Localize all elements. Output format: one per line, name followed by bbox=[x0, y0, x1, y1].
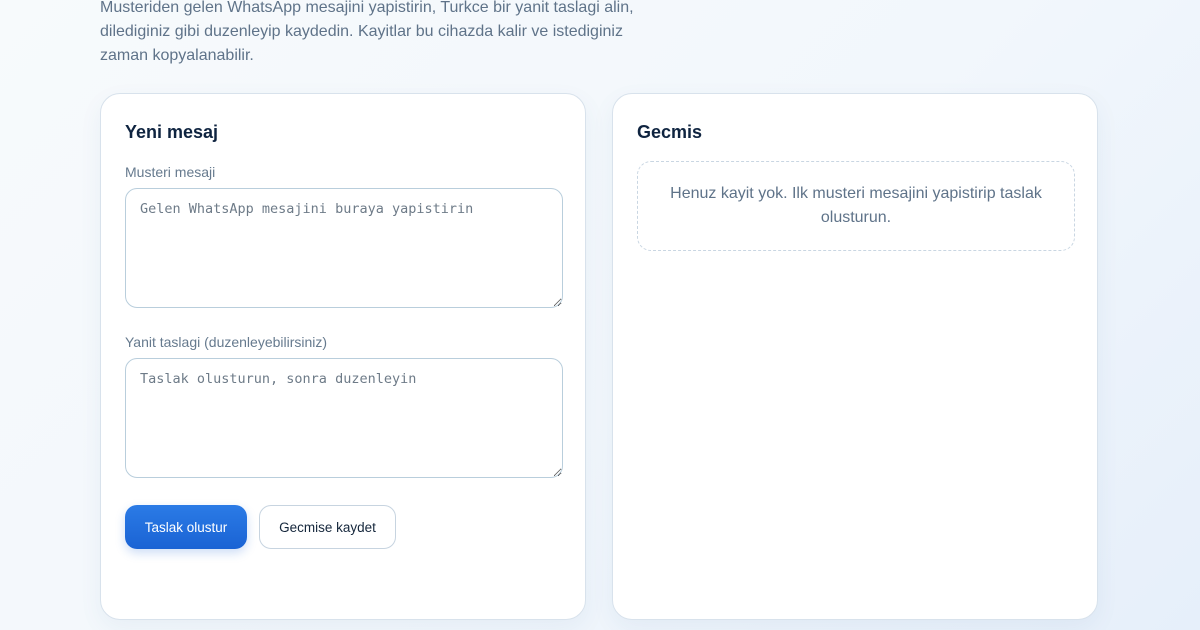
history-empty-text: Henuz kayit yok. Ilk musteri mesajini ya… bbox=[670, 185, 1042, 226]
intro-text: Musteriden gelen WhatsApp mesajini yapis… bbox=[100, 0, 634, 64]
save-to-history-button[interactable]: Gecmise kaydet bbox=[259, 505, 396, 549]
generate-draft-button[interactable]: Taslak olustur bbox=[125, 505, 247, 549]
customer-message-label: Musteri mesaji bbox=[125, 164, 216, 180]
customer-message-input[interactable] bbox=[125, 188, 563, 308]
reply-draft-input[interactable] bbox=[125, 358, 563, 478]
history-empty-state: Henuz kayit yok. Ilk musteri mesajini ya… bbox=[637, 161, 1075, 251]
new-message-title: Yeni mesaj bbox=[125, 122, 219, 142]
history-title: Gecmis bbox=[637, 122, 703, 142]
reply-draft-label: Yanit taslagi (duzenleyebilirsiniz) bbox=[125, 334, 328, 350]
history-card: Gecmis Henuz kayit yok. Ilk musteri mesa… bbox=[612, 93, 1098, 620]
new-message-card: Yeni mesaj Musteri mesaji Yanit taslagi … bbox=[100, 93, 586, 620]
